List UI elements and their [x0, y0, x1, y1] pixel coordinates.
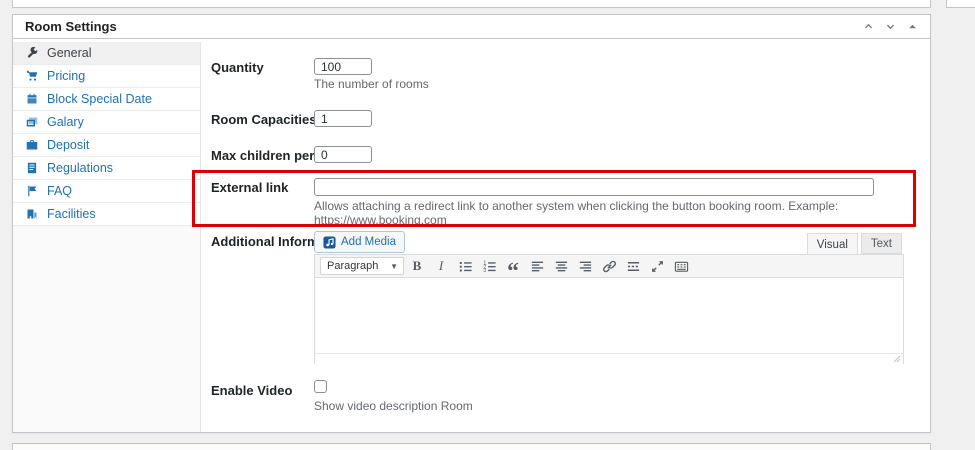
chevron-down-icon — [886, 24, 894, 30]
external-link-input[interactable] — [314, 178, 874, 196]
sidebar-item-label: Deposit — [47, 138, 90, 152]
metabox-title: Room Settings — [25, 19, 117, 34]
sidebar-item-faq[interactable]: FAQ — [13, 180, 200, 203]
sidebar-item-galary[interactable]: Galary — [13, 111, 200, 134]
paragraph-select-value: Paragraph — [327, 260, 379, 272]
bold-icon: B — [412, 258, 422, 273]
bulleted-list-icon — [459, 261, 472, 272]
editor-status-bar — [315, 353, 903, 364]
sidebar-item-general[interactable]: General — [13, 42, 200, 65]
room-capacities-input[interactable] — [314, 110, 372, 127]
sidebar-item-label: Regulations — [47, 161, 114, 175]
sidebar-item-label: Pricing — [47, 69, 86, 83]
wordpress-admin-page: Room Settings General Pricing Block Spec… — [0, 0, 975, 450]
sidebar-item-label: Galary — [47, 115, 84, 129]
italic-icon: I — [438, 258, 444, 273]
align-center-icon — [555, 261, 567, 271]
external-link-help-text: Allows attaching a redirect link to anot… — [314, 199, 839, 227]
insert-link-button[interactable] — [598, 256, 620, 276]
toolbar-toggle-button[interactable] — [670, 256, 692, 276]
align-left-icon — [531, 261, 543, 271]
bold-button[interactable]: B — [406, 256, 428, 276]
metabox-header: Room Settings — [13, 15, 930, 39]
quantity-help-text: The number of rooms — [314, 77, 429, 91]
align-right-icon — [579, 261, 591, 271]
numbered-list-icon: 123 — [483, 260, 496, 274]
link-icon — [602, 260, 616, 272]
additional-information-editor: Paragraph ▼ B I 123 “ — [314, 254, 904, 364]
read-more-button[interactable] — [622, 256, 644, 276]
editor-mode-tabs: Visual Text — [806, 233, 902, 255]
calendar-icon — [26, 93, 38, 105]
room-capacities-label: Room Capacities — [211, 112, 317, 127]
room-settings-metabox: Room Settings General Pricing Block Spec… — [12, 14, 931, 433]
enable-video-help-text: Show video description Room — [314, 399, 473, 413]
quantity-input[interactable] — [314, 58, 372, 75]
sidebar-item-block-special-date[interactable]: Block Special Date — [13, 88, 200, 111]
editor-toolbar: Paragraph ▼ B I 123 “ — [315, 255, 903, 285]
adjacent-sidebar-metabox — [946, 0, 975, 8]
read-more-icon — [627, 261, 639, 271]
align-center-button[interactable] — [550, 256, 572, 276]
bulleted-list-button[interactable] — [454, 256, 476, 276]
align-right-button[interactable] — [574, 256, 596, 276]
sidebar-item-deposit[interactable]: Deposit — [13, 134, 200, 157]
editor-content-area[interactable] — [315, 278, 903, 353]
resize-handle-icon[interactable] — [893, 355, 901, 363]
move-up-button[interactable] — [858, 18, 878, 36]
enable-video-checkbox[interactable] — [314, 380, 327, 393]
align-left-button[interactable] — [526, 256, 548, 276]
chevron-up-icon — [864, 23, 872, 29]
deposit-icon — [26, 139, 38, 151]
tab-text[interactable]: Text — [860, 233, 902, 254]
quantity-label: Quantity — [211, 60, 264, 75]
blockquote-button[interactable]: “ — [502, 256, 524, 285]
fullscreen-icon — [651, 260, 663, 272]
cart-icon — [26, 70, 38, 82]
move-down-button[interactable] — [880, 18, 900, 36]
numbered-list-button[interactable]: 123 — [478, 256, 500, 276]
sidebar-item-regulations[interactable]: Regulations — [13, 157, 200, 180]
fullscreen-button[interactable] — [646, 256, 668, 276]
sidebar-item-label: General — [47, 46, 92, 60]
regulations-icon — [26, 162, 38, 174]
sidebar-item-label: FAQ — [47, 184, 73, 198]
paragraph-select[interactable]: Paragraph ▼ — [320, 257, 404, 275]
tab-visual[interactable]: Visual — [806, 233, 858, 255]
svg-text:3: 3 — [483, 268, 486, 274]
external-link-label: External link — [211, 180, 289, 195]
toolbar-toggle-icon — [674, 261, 688, 272]
triangle-up-icon — [908, 24, 916, 29]
flag-icon — [26, 185, 38, 197]
media-icon — [323, 235, 336, 249]
max-children-input[interactable] — [314, 146, 372, 163]
settings-tab-list: General Pricing Block Special Date Galar… — [13, 42, 201, 432]
blockquote-icon: “ — [507, 259, 519, 285]
sidebar-item-label: Block Special Date — [47, 92, 152, 106]
facilities-icon — [26, 208, 38, 220]
adjacent-metabox-below — [12, 443, 931, 450]
wrench-icon — [26, 47, 38, 59]
chevron-down-icon: ▼ — [390, 261, 398, 271]
sidebar-item-label: Facilities — [47, 207, 96, 221]
gallery-icon — [26, 116, 38, 128]
add-media-button[interactable]: Add Media — [314, 231, 405, 253]
adjacent-metabox-above — [12, 0, 931, 8]
add-media-label: Add Media — [341, 236, 396, 248]
italic-button[interactable]: I — [430, 256, 452, 276]
collapse-toggle-button[interactable] — [902, 18, 922, 36]
sidebar-item-pricing[interactable]: Pricing — [13, 65, 200, 88]
enable-video-label: Enable Video — [211, 383, 293, 398]
sidebar-item-facilities[interactable]: Facilities — [13, 203, 200, 226]
